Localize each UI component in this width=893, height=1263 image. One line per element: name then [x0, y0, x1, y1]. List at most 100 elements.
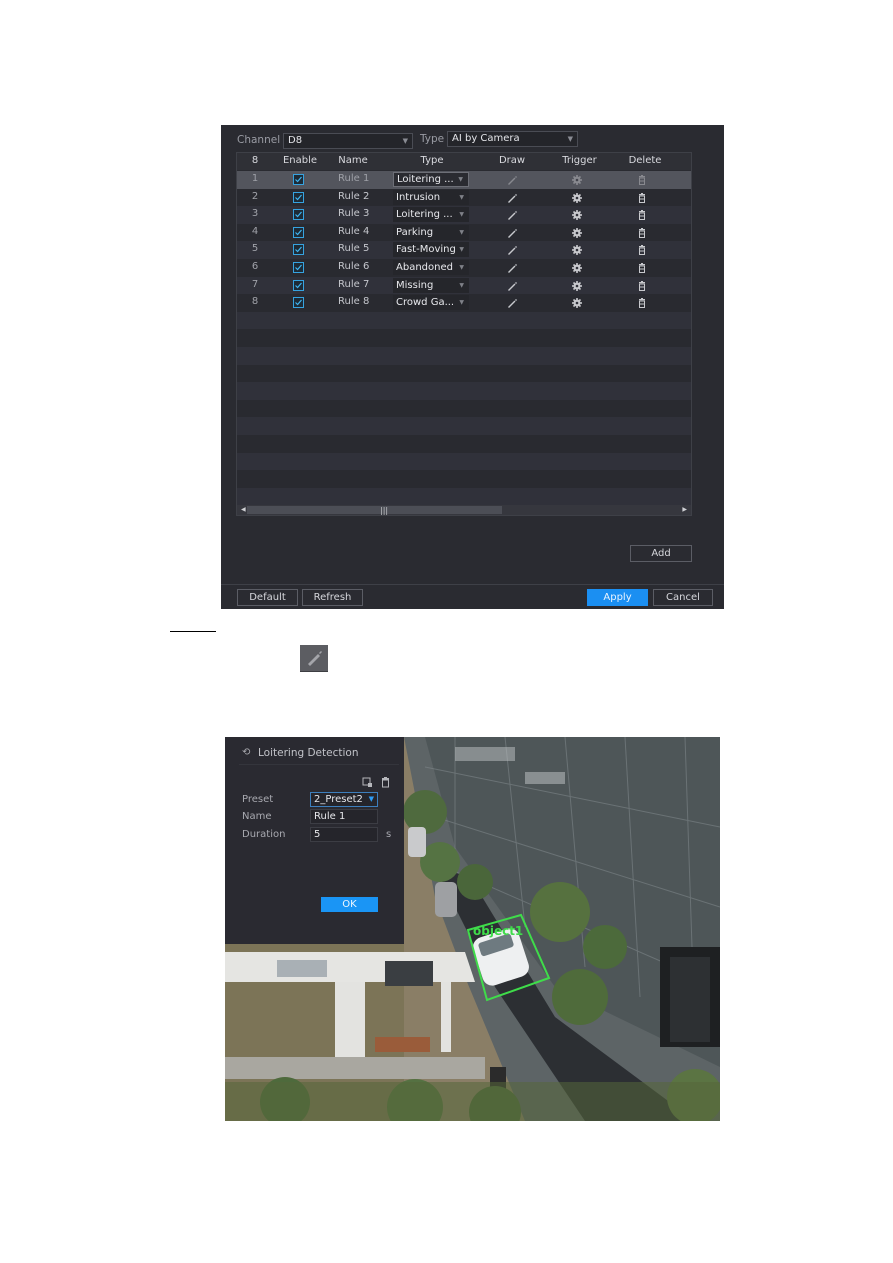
pencil-icon[interactable] — [506, 297, 518, 309]
pencil-icon[interactable] — [506, 280, 518, 292]
rule-name: Rule 2 — [338, 190, 370, 202]
horizontal-scrollbar[interactable]: ◀ ||| ▶ — [237, 505, 691, 515]
rule-type-select[interactable]: Fast-Moving ▼ — [393, 242, 469, 258]
table-row[interactable]: 2 Rule 2 Intrusion ▼ — [237, 188, 691, 207]
trash-icon[interactable] — [636, 227, 648, 239]
table-row[interactable]: 6 Rule 6 Abandoned ▼ — [237, 259, 691, 277]
rule-type-select[interactable]: Abandoned ▼ — [393, 260, 469, 275]
rule-type-select[interactable]: Loitering ... ▼ — [393, 172, 469, 187]
type-select[interactable]: AI by Camera ▼ — [447, 131, 578, 147]
pencil-icon[interactable] — [506, 227, 518, 239]
trash-icon[interactable] — [636, 174, 648, 186]
add-region-icon[interactable] — [362, 777, 373, 788]
rules-table: 8 Enable Name Type Draw Trigger Delete 1… — [236, 152, 692, 516]
rule-type-select[interactable]: Parking ▼ — [393, 224, 469, 240]
table-row[interactable]: 8 Rule 8 Crowd Ga... ▼ — [237, 294, 691, 312]
pencil-icon[interactable] — [506, 209, 518, 221]
column-trigger: Trigger — [562, 155, 597, 166]
footer-divider — [221, 584, 724, 585]
camera-preview[interactable]: object1 ⟲ Loitering Detection Preset 2_P… — [225, 737, 720, 1121]
chevron-down-icon: ▼ — [459, 193, 464, 201]
enable-checkbox[interactable] — [293, 297, 304, 309]
rule-type-select[interactable]: Missing ▼ — [393, 277, 469, 293]
enable-checkbox[interactable] — [293, 191, 304, 203]
gear-icon[interactable] — [571, 280, 583, 292]
trash-icon[interactable] — [380, 777, 391, 788]
empty-row — [237, 347, 691, 365]
empty-row — [237, 329, 691, 347]
type-value: AI by Camera — [452, 133, 520, 144]
empty-row — [237, 487, 691, 506]
enable-checkbox[interactable] — [293, 226, 304, 238]
column-draw: Draw — [498, 155, 526, 166]
ok-button[interactable]: OK — [321, 897, 378, 912]
enable-checkbox[interactable] — [293, 262, 304, 273]
rule-type-select[interactable]: Loitering ... ▼ — [393, 207, 469, 223]
scroll-right-icon[interactable]: ▶ — [682, 505, 687, 515]
channel-label: Channel — [237, 134, 281, 146]
gear-icon[interactable] — [571, 297, 583, 309]
chevron-down-icon: ▼ — [567, 135, 573, 143]
trash-icon[interactable] — [636, 192, 648, 204]
cancel-button[interactable]: Cancel — [653, 589, 713, 606]
rule-type-select[interactable]: Intrusion ▼ — [393, 189, 469, 205]
refresh-button[interactable]: Refresh — [302, 589, 363, 606]
pencil-icon[interactable] — [506, 174, 518, 186]
table-row[interactable]: 1 Rule 1 Loitering ... ▼ — [237, 171, 691, 189]
gear-icon[interactable] — [571, 244, 583, 256]
empty-row — [237, 399, 691, 418]
default-button[interactable]: Default — [237, 589, 298, 606]
preset-select[interactable]: 2_Preset2 ▼ — [310, 792, 378, 807]
chevron-down-icon: ▼ — [459, 211, 464, 219]
gear-icon[interactable] — [571, 227, 583, 239]
trash-icon[interactable] — [636, 209, 648, 221]
scrollbar-thumb[interactable]: ||| — [247, 506, 502, 515]
rule-name: Rule 7 — [338, 278, 370, 290]
rule-name: Rule 1 — [338, 173, 370, 184]
row-index: 1 — [251, 173, 259, 184]
rules-panel: Channel D8 ▼ Type AI by Camera ▼ 8 Enabl… — [221, 125, 724, 609]
duration-unit: s — [386, 829, 392, 840]
trash-icon[interactable] — [636, 244, 648, 256]
pencil-icon[interactable] — [506, 192, 518, 204]
gear-icon[interactable] — [571, 209, 583, 221]
rule-type-value: Fast-Moving — [396, 244, 456, 256]
trash-icon[interactable] — [636, 297, 648, 309]
add-button[interactable]: Add — [630, 545, 692, 562]
gear-icon[interactable] — [571, 262, 583, 274]
enable-checkbox[interactable] — [293, 244, 304, 256]
chevron-down-icon: ▼ — [368, 795, 374, 803]
rule-type-select[interactable]: Crowd Ga... ▼ — [393, 295, 469, 311]
preset-label: Preset — [242, 794, 274, 805]
enable-checkbox[interactable] — [293, 174, 304, 185]
enable-checkbox[interactable] — [293, 279, 304, 291]
gear-icon[interactable] — [571, 192, 583, 204]
channel-select[interactable]: D8 ▼ — [283, 133, 413, 149]
preset-value: 2_Preset2 — [314, 794, 363, 805]
pencil-icon[interactable] — [506, 262, 518, 274]
loiter-path-icon: ⟲ — [242, 747, 251, 758]
name-input[interactable]: Rule 1 — [310, 809, 378, 824]
gear-icon[interactable] — [571, 174, 583, 186]
rule-type-value: Loitering ... — [397, 174, 454, 185]
pencil-icon[interactable] — [506, 244, 518, 256]
chevron-down-icon: ▼ — [459, 281, 464, 289]
table-row[interactable]: 7 Rule 7 Missing ▼ — [237, 276, 691, 295]
duration-input[interactable]: 5 — [310, 827, 378, 842]
table-row[interactable]: 3 Rule 3 Loitering ... ▼ — [237, 206, 691, 224]
object-label: object1 — [473, 924, 524, 938]
trash-icon[interactable] — [636, 280, 648, 292]
enable-checkbox[interactable] — [293, 209, 304, 221]
rule-name: Rule 4 — [338, 225, 370, 237]
apply-button[interactable]: Apply — [587, 589, 648, 606]
table-row[interactable]: 4 Rule 4 Parking ▼ — [237, 223, 691, 242]
trash-icon[interactable] — [636, 262, 648, 274]
filter-bar: Channel D8 ▼ Type AI by Camera ▼ — [221, 125, 724, 153]
rule-type-value: Loitering ... — [396, 209, 453, 221]
chevron-down-icon: ▼ — [459, 264, 464, 271]
column-count: 8 — [251, 155, 259, 166]
scroll-left-icon[interactable]: ◀ — [241, 505, 246, 515]
table-row[interactable]: 5 Rule 5 Fast-Moving ▼ — [237, 241, 691, 259]
rule-type-value: Parking — [396, 226, 434, 238]
row-index: 4 — [251, 225, 259, 237]
